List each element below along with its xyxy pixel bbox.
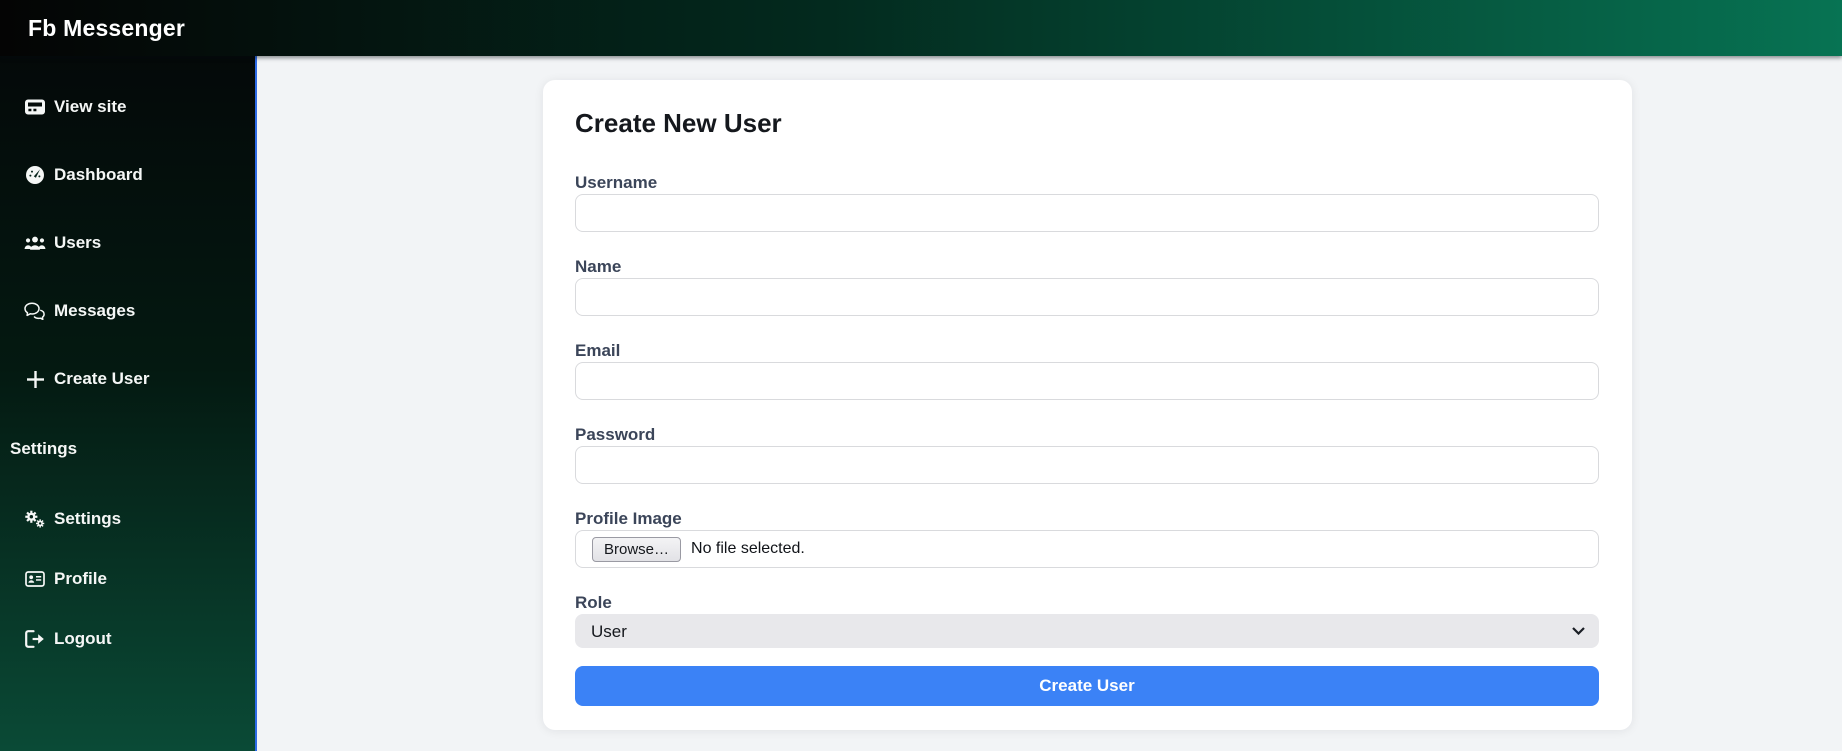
- users-icon: [24, 235, 46, 251]
- username-label: Username: [575, 173, 658, 192]
- dashboard-icon: [24, 165, 46, 185]
- file-status-text: No file selected.: [691, 540, 805, 557]
- name-field[interactable]: [575, 278, 1599, 316]
- name-label: Name: [575, 257, 622, 276]
- plus-icon: [24, 370, 46, 388]
- sidebar-item-settings[interactable]: Settings: [0, 489, 255, 549]
- password-field[interactable]: [575, 446, 1599, 484]
- role-select[interactable]: User: [575, 614, 1599, 648]
- main-content: Create New User Username Name Email Pass…: [257, 56, 1842, 751]
- sidebar-item-label: View site: [54, 97, 127, 116]
- sidebar-settings-group: Settings Profile Logout: [0, 489, 255, 669]
- name-group: Name: [575, 256, 1599, 316]
- sidebar-item-label: Users: [54, 233, 102, 252]
- sidebar-item-label: Dashboard: [54, 165, 143, 184]
- profile-image-group: Profile Image Browse… No file selected.: [575, 508, 1599, 568]
- id-card-icon: [24, 571, 46, 587]
- sidebar-item-label: Logout: [54, 629, 112, 648]
- username-group: Username: [575, 172, 1599, 232]
- sidebar-item-label: Create User: [54, 369, 150, 388]
- sidebar-section-header: Settings: [10, 439, 78, 458]
- sidebar-item-label: Settings: [54, 509, 122, 528]
- messages-icon: [24, 302, 46, 320]
- sidebar-item-profile[interactable]: Profile: [0, 549, 255, 609]
- email-field[interactable]: [575, 362, 1599, 400]
- password-label: Password: [575, 425, 656, 444]
- profile-image-label: Profile Image: [575, 509, 682, 528]
- topbar: Fb Messenger: [0, 0, 1842, 56]
- email-label: Email: [575, 341, 621, 360]
- email-group: Email: [575, 340, 1599, 400]
- pager-icon: [24, 99, 46, 115]
- sidebar: View site Dashboard Users Messages Creat…: [0, 56, 257, 751]
- gears-icon: [24, 509, 46, 530]
- profile-image-file-input[interactable]: Browse… No file selected.: [575, 530, 1599, 568]
- sidebar-item-label: Messages: [54, 301, 136, 320]
- sidebar-item-label: Profile: [54, 569, 107, 588]
- create-user-button[interactable]: Create User: [575, 666, 1599, 706]
- role-group: Role User: [575, 592, 1599, 648]
- sidebar-item-logout[interactable]: Logout: [0, 609, 255, 669]
- browse-button[interactable]: Browse…: [592, 536, 682, 562]
- sidebar-item-view-site[interactable]: View site: [0, 73, 255, 141]
- sidebar-item-create-user[interactable]: Create User: [0, 345, 255, 413]
- username-field[interactable]: [575, 194, 1599, 232]
- page-title: Create New User: [575, 108, 782, 138]
- role-label: Role: [575, 593, 612, 612]
- create-user-card: Create New User Username Name Email Pass…: [543, 80, 1632, 730]
- app-title: Fb Messenger: [28, 14, 186, 41]
- password-group: Password: [575, 424, 1599, 484]
- logout-icon: [24, 630, 46, 648]
- sidebar-item-messages[interactable]: Messages: [0, 277, 255, 345]
- sidebar-item-dashboard[interactable]: Dashboard: [0, 141, 255, 209]
- sidebar-item-users[interactable]: Users: [0, 209, 255, 277]
